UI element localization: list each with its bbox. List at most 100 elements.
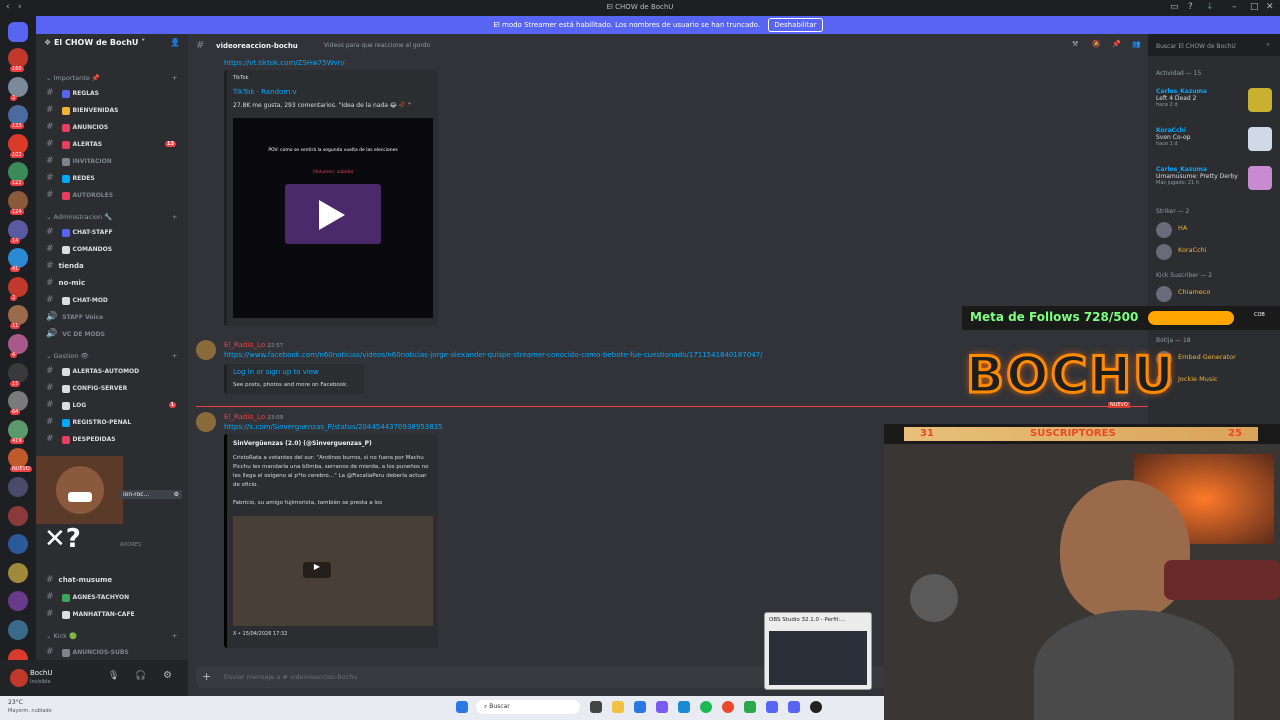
channel-vc-de-mods[interactable]: 🔊 VC DE MODS: [46, 329, 186, 343]
channel-manhattan-cafe[interactable]: # MANHATTAN-CAFE: [46, 609, 186, 623]
chrome-icon[interactable]: [722, 701, 734, 713]
channel-agnes-tachyon[interactable]: # AGNES-TACHYON: [46, 592, 186, 606]
server-icon[interactable]: [8, 591, 28, 612]
channel-comandos[interactable]: # COMANDOS: [46, 244, 186, 258]
server-icon[interactable]: 14: [8, 219, 28, 244]
user-settings-icon[interactable]: ⚙: [163, 670, 172, 681]
microphone-icon[interactable]: 🎙: [108, 671, 119, 681]
edge-icon[interactable]: [700, 701, 712, 713]
avatar[interactable]: [1156, 222, 1172, 238]
server-icon[interactable]: [8, 562, 28, 583]
avatar[interactable]: [10, 669, 28, 687]
channel-staff-voice[interactable]: 🔊 STAFF Voice: [46, 312, 186, 326]
headphones-icon[interactable]: 🎧: [135, 671, 146, 681]
server-icon[interactable]: 4: [8, 334, 28, 358]
channel-registro-penal[interactable]: # REGISTRO-PENAL: [46, 417, 186, 431]
channel-bienvenidas[interactable]: # BIENVENIDAS: [46, 105, 186, 119]
channel-reglas[interactable]: # REGLAS: [46, 88, 186, 102]
embed-title[interactable]: Log in or sign up to view: [233, 368, 319, 376]
channel-log[interactable]: # LOG 1: [46, 400, 186, 414]
channel-alertas[interactable]: # ALERTAS 13: [46, 139, 186, 153]
discord-active-icon[interactable]: [788, 701, 800, 713]
embed-image[interactable]: ▶: [233, 516, 433, 626]
message-author[interactable]: El_Radio_Lo 22:57: [224, 341, 283, 349]
pin-icon[interactable]: 📌: [1112, 40, 1121, 48]
search-input[interactable]: Buscar El CHOW de BochU ⌕: [1154, 40, 1274, 54]
minimize-icon[interactable]: –: [1232, 2, 1237, 12]
server-icon[interactable]: 419: [8, 419, 28, 444]
category-importante[interactable]: ⌄ Importante 📌: [46, 74, 100, 82]
video-play-icon[interactable]: ▶: [303, 562, 331, 578]
category-gestion[interactable]: ⌄ Gestion 👁: [46, 352, 89, 360]
add-channel-icon[interactable]: +: [172, 74, 177, 82]
channel-alertas-automod[interactable]: # ALERTAS-AUTOMOD: [46, 366, 186, 380]
discord-home-icon[interactable]: [8, 22, 28, 42]
activity-item[interactable]: Carlos_Kazuma Left 4 Dead 2 hace 2 d: [1156, 88, 1207, 108]
server-icon[interactable]: 122: [8, 162, 28, 187]
member-name[interactable]: KoraCchi: [1178, 246, 1207, 254]
channel-despedidas[interactable]: # DESPEDIDAS: [46, 434, 186, 448]
embed-title[interactable]: SinVergüenzas (2.0) (@Sinverguenzas_P): [233, 440, 372, 447]
add-channel-icon[interactable]: +: [172, 632, 177, 640]
channel-chat-mod[interactable]: # CHAT-MOD: [46, 295, 186, 309]
disable-streamer-button[interactable]: Deshabilitar: [768, 18, 823, 32]
app-icon[interactable]: [744, 701, 756, 713]
server-icon[interactable]: 160: [8, 48, 28, 72]
server-name-header[interactable]: ❖ El CHOW de BochU ˅ 👤: [36, 38, 188, 56]
channel-autoroles[interactable]: # AUTOROLES: [46, 190, 186, 204]
activity-item[interactable]: Carlos_Kazuma Umamusume: Pretty Derby Más …: [1156, 166, 1238, 186]
server-icon[interactable]: 2: [8, 276, 28, 301]
server-icon[interactable]: [8, 534, 28, 555]
download-icon[interactable]: ↓: [1206, 2, 1214, 12]
category-administracion[interactable]: ⌄ Administracion 🔧: [46, 213, 112, 221]
avatar[interactable]: [196, 340, 216, 360]
invite-people-icon[interactable]: 👤: [170, 38, 180, 47]
video-thumbnail[interactable]: POV: como se sentirá la segunda vuelta d…: [233, 118, 433, 318]
add-channel-icon[interactable]: +: [172, 213, 177, 221]
activity-item[interactable]: KoraCchi Sven Co-op hace 1 d: [1156, 127, 1191, 147]
channel-invitacion[interactable]: # INVITACION: [46, 156, 186, 170]
server-icon[interactable]: 64: [8, 391, 28, 416]
attach-plus-icon[interactable]: +: [202, 670, 211, 683]
settings-icon[interactable]: ⚙: [174, 491, 179, 498]
channel-tienda[interactable]: # tienda: [46, 261, 186, 275]
message-link[interactable]: https://vt.tiktok.com/ZSHw75Wvn/: [224, 59, 345, 67]
channel-chat-musume[interactable]: # chat-musume: [46, 575, 186, 589]
server-icon[interactable]: [8, 620, 28, 640]
weather-temp[interactable]: 23°C: [8, 699, 23, 706]
server-icon[interactable]: 2: [8, 76, 28, 101]
member-list-icon[interactable]: 👥: [1132, 40, 1141, 48]
discord-icon[interactable]: [766, 701, 778, 713]
server-icon[interactable]: 124: [8, 191, 28, 215]
play-icon[interactable]: [319, 200, 345, 230]
channel-config-server[interactable]: # CONFIG-SERVER: [46, 383, 186, 397]
avatar[interactable]: [196, 412, 216, 432]
server-icon[interactable]: [8, 477, 28, 497]
mail-icon[interactable]: [678, 701, 690, 713]
maximize-icon[interactable]: □: [1250, 2, 1259, 12]
active-channel[interactable]: ion-roc… ⚙: [120, 490, 182, 499]
server-icon[interactable]: 11: [8, 305, 28, 330]
obs-taskbar-preview[interactable]: OBS Studio 32.1.0 - Perfil:…: [764, 612, 872, 690]
mute-bell-icon[interactable]: 🔕: [1092, 40, 1101, 48]
channel-anuncios[interactable]: # ANUNCIOS: [46, 122, 186, 136]
inbox-icon[interactable]: ▭: [1170, 2, 1179, 12]
server-icon[interactable]: [8, 505, 28, 526]
store-icon[interactable]: [634, 701, 646, 713]
avatar[interactable]: [1156, 286, 1172, 302]
channel-anuncios-subs[interactable]: # ANUNCIOS-SUBS: [46, 647, 186, 661]
server-icon[interactable]: 17: [8, 362, 28, 387]
server-icon[interactable]: NUEVO: [8, 448, 32, 473]
message-author[interactable]: El_Radio_Lo 23:09: [224, 413, 283, 421]
message-link[interactable]: https://www.facebook.com/n60noticias/vid…: [224, 351, 762, 359]
embed-title[interactable]: TikTok · Random:v: [233, 88, 297, 96]
channel-redes[interactable]: # REDES: [46, 173, 186, 187]
member-name[interactable]: HA: [1178, 224, 1187, 232]
channel-moderadores-partial[interactable]: ADORES: [120, 542, 141, 548]
channel-chat-staff[interactable]: # CHAT-STAFF: [46, 227, 186, 241]
copilot-icon[interactable]: [656, 701, 668, 713]
member-name[interactable]: Chiameco: [1178, 288, 1210, 296]
help-icon[interactable]: ?: [1188, 2, 1193, 12]
server-icon[interactable]: 102: [8, 133, 28, 158]
server-icon[interactable]: 41: [8, 248, 28, 273]
